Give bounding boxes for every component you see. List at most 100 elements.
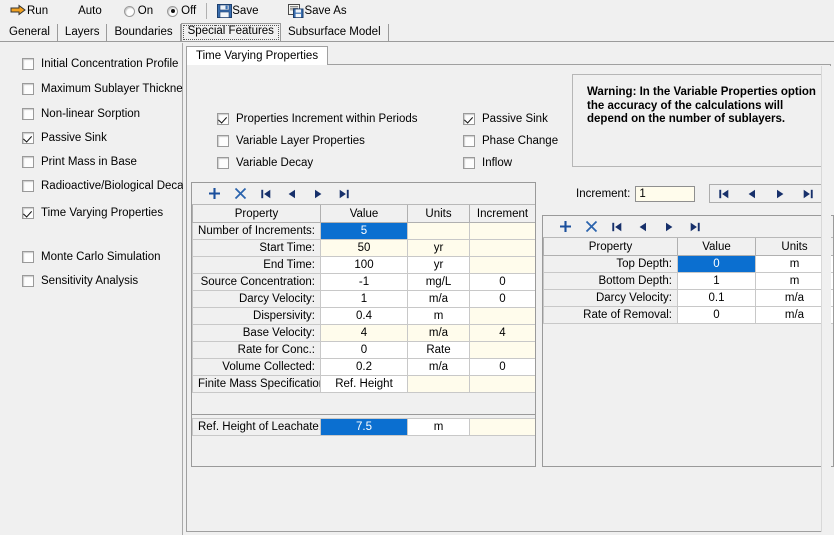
add-row-button[interactable] bbox=[201, 185, 227, 203]
table-row[interactable]: Rate for Conc.:0Rate bbox=[193, 342, 536, 359]
cell-units[interactable]: m bbox=[408, 308, 470, 325]
column-header-property[interactable]: Property bbox=[544, 238, 678, 256]
footer-row[interactable]: Ref. Height of Leachate:7.5m bbox=[193, 419, 536, 436]
main-tab-subsurface-model[interactable]: Subsurface Model bbox=[281, 24, 389, 42]
increment-last-button[interactable] bbox=[795, 185, 821, 203]
cell-units[interactable]: mg/L bbox=[408, 274, 470, 291]
main-tab-special-features[interactable]: Special Features bbox=[181, 23, 281, 42]
main-tab-layers[interactable]: Layers bbox=[58, 24, 108, 42]
table-row[interactable]: Volume Collected:0.2m/a0 bbox=[193, 359, 536, 376]
tab-time-varying-properties[interactable]: Time Varying Properties bbox=[186, 46, 328, 65]
table-row[interactable]: Number of Increments:5 bbox=[193, 223, 536, 240]
sidebar-item-time-varying-properties[interactable]: Time Varying Properties bbox=[22, 207, 163, 219]
cell-value[interactable]: 0.1 bbox=[678, 290, 756, 307]
column-header-value[interactable]: Value bbox=[321, 205, 408, 223]
previous-record-button[interactable] bbox=[279, 185, 305, 203]
option-variable-layer-properties[interactable]: Variable Layer Properties bbox=[217, 135, 365, 147]
column-header-value[interactable]: Value bbox=[678, 238, 756, 256]
sidebar-item-sensitivity-analysis[interactable]: Sensitivity Analysis bbox=[22, 275, 138, 287]
last-record-button[interactable] bbox=[331, 185, 357, 203]
sidebar-item-monte-carlo-simulation[interactable]: Monte Carlo Simulation bbox=[22, 251, 161, 263]
sublayer-add-row-button[interactable] bbox=[552, 218, 578, 236]
cell-increment[interactable]: 0 bbox=[470, 359, 536, 376]
cell-increment[interactable] bbox=[470, 376, 536, 393]
sublayer-next-record-button[interactable] bbox=[656, 218, 682, 236]
main-tab-general[interactable]: General bbox=[2, 24, 58, 42]
table-row[interactable]: Bottom Depth:1m bbox=[544, 273, 834, 290]
auto-on-radio[interactable]: On bbox=[120, 1, 157, 21]
footer-cell-value[interactable]: 7.5 bbox=[321, 419, 408, 436]
next-record-button[interactable] bbox=[305, 185, 331, 203]
cell-units[interactable]: Rate bbox=[408, 342, 470, 359]
cell-value[interactable]: 5 bbox=[321, 223, 408, 240]
sublayer-first-record-button[interactable] bbox=[604, 218, 630, 236]
column-header-units[interactable]: Units bbox=[408, 205, 470, 223]
table-row[interactable]: Darcy Velocity:0.1m/a bbox=[544, 290, 834, 307]
cell-units[interactable]: m/a bbox=[408, 325, 470, 342]
table-row[interactable]: Rate of Removal:0m/a bbox=[544, 307, 834, 324]
increment-previous-button[interactable] bbox=[739, 185, 765, 203]
first-record-button[interactable] bbox=[253, 185, 279, 203]
option-passive-sink[interactable]: Passive Sink bbox=[463, 113, 548, 125]
cell-units[interactable]: yr bbox=[408, 257, 470, 274]
cell-increment[interactable] bbox=[470, 342, 536, 359]
sidebar-item-initial-concentration-profile[interactable]: Initial Concentration Profile bbox=[22, 58, 178, 70]
cell-value[interactable]: 0.4 bbox=[321, 308, 408, 325]
cell-value[interactable]: 0.2 bbox=[321, 359, 408, 376]
increment-first-button[interactable] bbox=[711, 185, 737, 203]
cell-units[interactable] bbox=[408, 376, 470, 393]
periods-grid-body[interactable]: Number of Increments:5Start Time:50yrEnd… bbox=[193, 223, 536, 393]
cell-units[interactable] bbox=[408, 223, 470, 240]
table-row[interactable]: Dispersivity:0.4m bbox=[193, 308, 536, 325]
increment-input[interactable] bbox=[635, 186, 695, 202]
delete-row-button[interactable] bbox=[227, 185, 253, 203]
sidebar-item-maximum-sublayer-thickness[interactable]: Maximum Sublayer Thickness bbox=[22, 83, 194, 95]
column-header-property[interactable]: Property bbox=[193, 205, 321, 223]
table-row[interactable]: End Time:100yr bbox=[193, 257, 536, 274]
column-header-increment[interactable]: Increment bbox=[470, 205, 536, 223]
cell-value[interactable]: 1 bbox=[321, 291, 408, 308]
cell-value[interactable]: 1 bbox=[678, 273, 756, 290]
periods-grid[interactable]: PropertyValueUnitsIncrement Number of In… bbox=[192, 205, 536, 393]
sublayer-grid-body[interactable]: Top Depth:0mBottom Depth:1mDarcy Velocit… bbox=[544, 256, 834, 324]
increment-next-button[interactable] bbox=[767, 185, 793, 203]
sidebar-item-non-linear-sorption[interactable]: Non-linear Sorption bbox=[22, 108, 140, 120]
sublayer-delete-row-button[interactable] bbox=[578, 218, 604, 236]
sidebar-item-print-mass-in-base[interactable]: Print Mass in Base bbox=[22, 156, 137, 168]
sublayer-last-record-button[interactable] bbox=[682, 218, 708, 236]
cell-units[interactable]: m/a bbox=[408, 359, 470, 376]
option-phase-change[interactable]: Phase Change bbox=[463, 135, 558, 147]
cell-increment[interactable] bbox=[470, 257, 536, 274]
cell-units[interactable]: yr bbox=[408, 240, 470, 257]
run-button[interactable]: Run bbox=[6, 1, 52, 21]
cell-increment[interactable]: 4 bbox=[470, 325, 536, 342]
footer-row-body[interactable]: Ref. Height of Leachate:7.5m bbox=[193, 419, 536, 436]
table-row[interactable]: Base Velocity:4m/a4 bbox=[193, 325, 536, 342]
table-row[interactable]: Top Depth:0m bbox=[544, 256, 834, 273]
table-row[interactable]: Finite Mass Specification:Ref. Height bbox=[193, 376, 536, 393]
footer-cell-units[interactable]: m bbox=[408, 419, 470, 436]
sidebar-item-passive-sink[interactable]: Passive Sink bbox=[22, 132, 107, 144]
option-variable-decay[interactable]: Variable Decay bbox=[217, 157, 313, 169]
table-row[interactable]: Darcy Velocity:1m/a0 bbox=[193, 291, 536, 308]
sublayer-grid[interactable]: PropertyValueUnits Top Depth:0mBottom De… bbox=[543, 238, 834, 324]
cell-increment[interactable]: 0 bbox=[470, 274, 536, 291]
save-button[interactable]: Save bbox=[213, 1, 262, 21]
sublayer-previous-record-button[interactable] bbox=[630, 218, 656, 236]
main-tab-boundaries[interactable]: Boundaries bbox=[107, 24, 180, 42]
panel-vertical-scrollbar[interactable] bbox=[821, 66, 831, 532]
auto-off-radio[interactable]: Off bbox=[163, 1, 200, 21]
cell-units[interactable]: m/a bbox=[408, 291, 470, 308]
cell-value[interactable]: 0 bbox=[321, 342, 408, 359]
cell-value[interactable]: 4 bbox=[321, 325, 408, 342]
option-properties-increment-within-periods[interactable]: Properties Increment within Periods bbox=[217, 113, 418, 125]
cell-increment[interactable]: 0 bbox=[470, 291, 536, 308]
cell-value[interactable]: -1 bbox=[321, 274, 408, 291]
cell-value[interactable]: Ref. Height bbox=[321, 376, 408, 393]
cell-value[interactable]: 0 bbox=[678, 307, 756, 324]
cell-value[interactable]: 0 bbox=[678, 256, 756, 273]
table-row[interactable]: Source Concentration:-1mg/L0 bbox=[193, 274, 536, 291]
sidebar-item-radioactive-biological-decay[interactable]: Radioactive/Biological Decay bbox=[22, 180, 189, 192]
option-inflow[interactable]: Inflow bbox=[463, 157, 512, 169]
cell-value[interactable]: 100 bbox=[321, 257, 408, 274]
